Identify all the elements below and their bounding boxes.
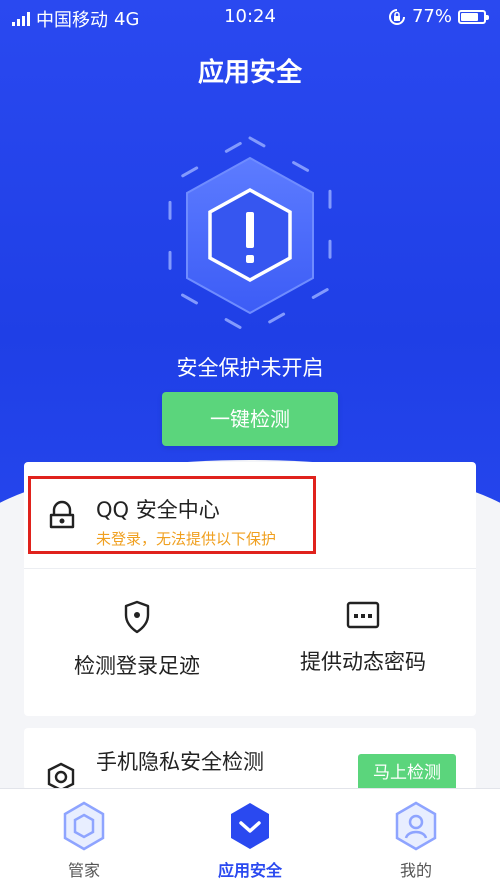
protection-status: 安全保护未开启	[176, 356, 324, 380]
privacy-check-card[interactable]: 手机隐私安全检测 马上检测	[24, 728, 476, 792]
feature-dynamic-password[interactable]: 提供动态密码	[250, 600, 476, 676]
tab-manager[interactable]: 管家	[24, 801, 144, 881]
tab-label: 管家	[67, 861, 100, 880]
one-click-scan-button[interactable]: 一键检测	[162, 392, 338, 446]
location-shield-icon	[124, 600, 150, 634]
rotation-lock-icon	[388, 8, 405, 25]
battery-icon	[458, 9, 489, 24]
hexagon-outline-icon	[63, 801, 105, 851]
user-hexagon-icon	[395, 801, 437, 851]
bottom-tab-bar: 管家 应用安全 我的	[0, 788, 500, 889]
annotation-highlight-box	[28, 476, 316, 554]
page-title: 应用安全	[197, 58, 302, 88]
qq-security-card: QQ 安全中心 未登录，无法提供以下保护 检测登录足迹 提供动态密码	[24, 462, 476, 716]
feature-label: 提供动态密码	[300, 650, 426, 674]
check-now-button[interactable]: 马上检测	[358, 754, 456, 792]
password-dots-icon	[346, 601, 380, 629]
tab-mine[interactable]: 我的	[356, 801, 476, 881]
feature-label: 检测登录足迹	[74, 654, 200, 678]
tab-label: 我的	[399, 861, 432, 880]
app-security-shield-icon	[231, 803, 269, 849]
privacy-check-title: 手机隐私安全检测	[96, 750, 264, 774]
tab-app-security[interactable]: 应用安全	[190, 801, 310, 881]
status-bar: 中国移动 4G 10:24 77%	[0, 0, 500, 34]
warning-shield-icon	[168, 136, 332, 335]
feature-login-trace[interactable]: 检测登录足迹	[24, 600, 250, 680]
tab-label: 应用安全	[217, 861, 282, 880]
battery-fill	[461, 12, 478, 21]
battery-percent: 77%	[411, 6, 452, 27]
card-divider	[24, 568, 476, 569]
